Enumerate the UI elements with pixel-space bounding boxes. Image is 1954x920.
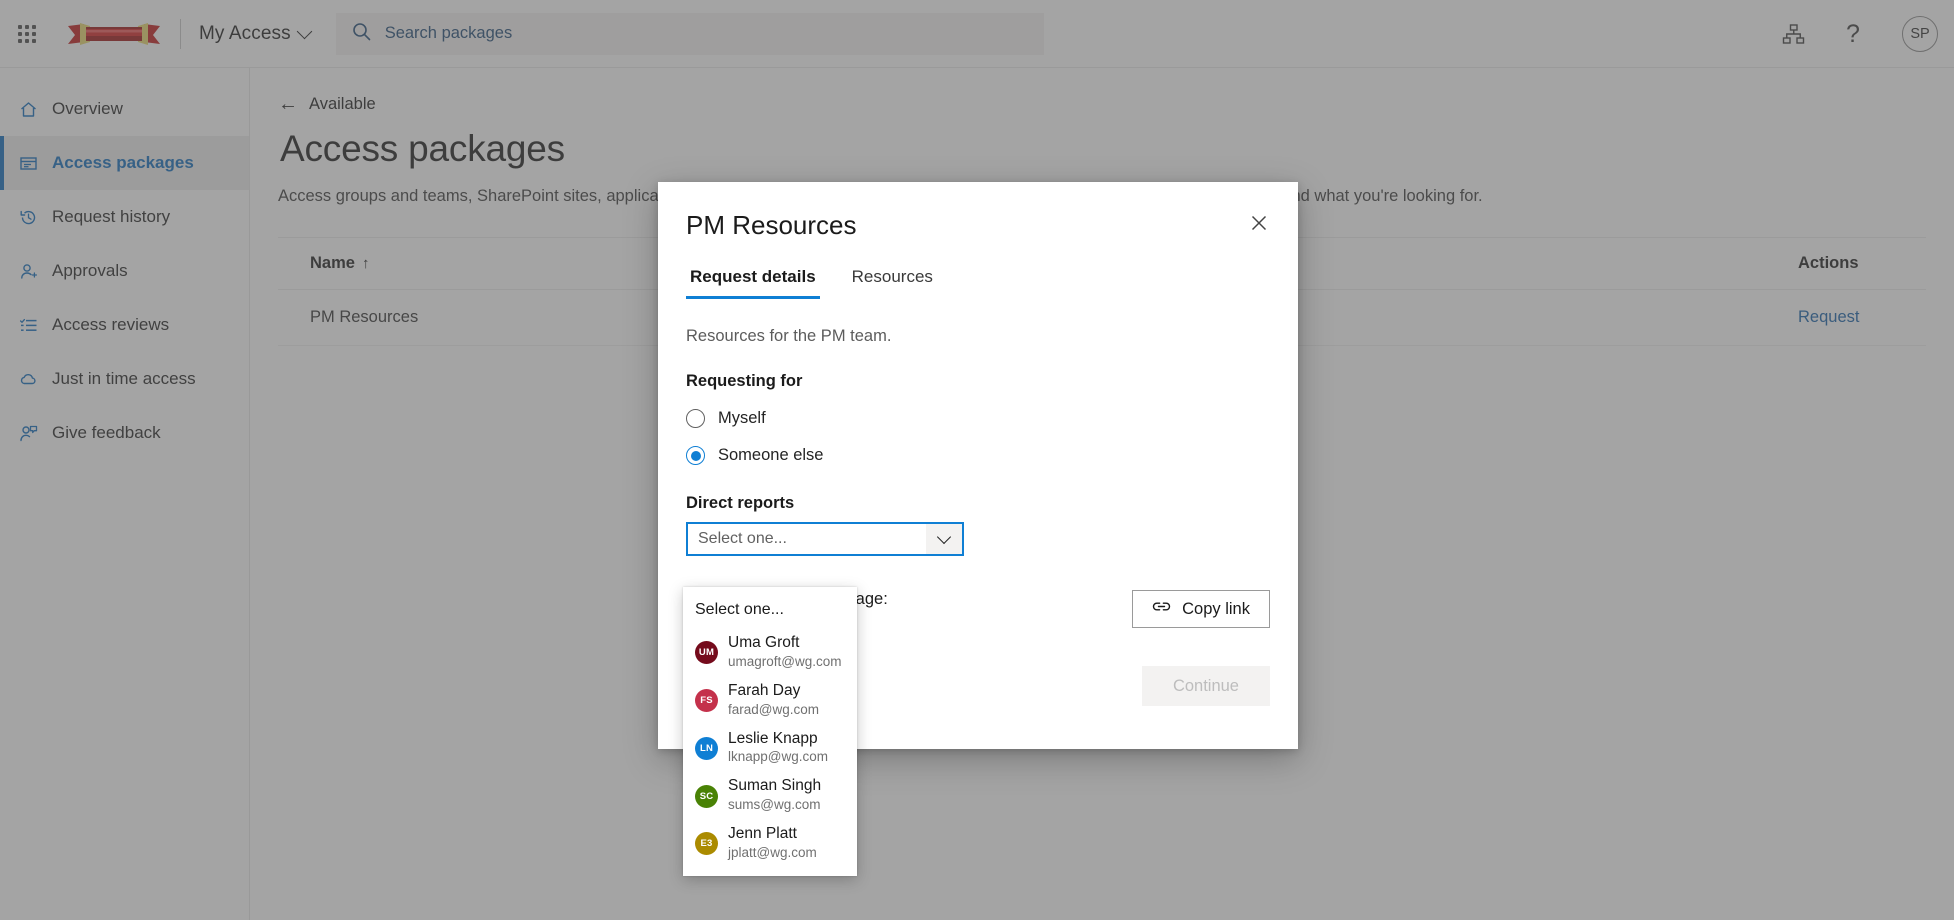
option-text: Uma Groft umagroft@wg.com <box>728 634 842 672</box>
dropdown-option-uma-groft[interactable]: UM Uma Groft umagroft@wg.com <box>683 629 857 677</box>
radio-myself-label: Myself <box>718 409 766 428</box>
option-email: sums@wg.com <box>728 797 820 812</box>
link-icon <box>1152 599 1171 619</box>
tab-resources[interactable]: Resources <box>848 261 937 299</box>
option-text: Farah Day farad@wg.com <box>728 682 819 720</box>
option-email: farad@wg.com <box>728 702 819 717</box>
copy-link-button[interactable]: Copy link <box>1132 590 1270 628</box>
direct-reports-value: Select one... <box>688 530 926 548</box>
dropdown-option-farah-day[interactable]: FS Farah Day farad@wg.com <box>683 677 857 725</box>
avatar: LN <box>695 737 718 760</box>
dialog-title: PM Resources <box>686 210 1268 241</box>
radio-myself-indicator <box>686 409 705 428</box>
option-email: jplatt@wg.com <box>728 845 817 860</box>
radio-someone-else-indicator <box>686 446 705 465</box>
dialog-tabs: Request details Resources <box>658 261 1298 299</box>
option-email: lknapp@wg.com <box>728 749 828 764</box>
dialog-header: PM Resources <box>658 182 1298 241</box>
option-name: Jenn Platt <box>728 825 797 842</box>
option-text: Suman Singh sums@wg.com <box>728 777 821 815</box>
avatar-initials: SC <box>700 791 714 802</box>
option-email: umagroft@wg.com <box>728 654 842 669</box>
avatar: UM <box>695 641 718 664</box>
option-name: Uma Groft <box>728 634 799 651</box>
continue-button[interactable]: Continue <box>1142 666 1270 706</box>
copy-link-label: Copy link <box>1182 600 1250 619</box>
radio-someone-else[interactable]: Someone else <box>686 446 1270 465</box>
avatar-initials: FS <box>700 695 713 706</box>
avatar: FS <box>695 689 718 712</box>
avatar-initials: LN <box>700 743 713 754</box>
radio-myself[interactable]: Myself <box>686 409 1270 428</box>
direct-reports-dropdown: Select one... UM Uma Groft umagroft@wg.c… <box>683 587 857 876</box>
avatar-initials: UM <box>699 647 714 658</box>
direct-reports-label: Direct reports <box>686 494 1270 513</box>
chevron-down-icon[interactable] <box>926 524 962 554</box>
dropdown-option-leslie-knapp[interactable]: LN Leslie Knapp lknapp@wg.com <box>683 725 857 773</box>
requesting-for-label: Requesting for <box>686 372 1270 391</box>
option-name: Leslie Knapp <box>728 730 818 747</box>
dropdown-option-jenn-platt[interactable]: E3 Jenn Platt jplatt@wg.com <box>683 820 857 868</box>
direct-reports-select[interactable]: Select one... <box>686 522 964 556</box>
avatar: SC <box>695 785 718 808</box>
avatar-initials: E3 <box>700 838 712 849</box>
option-name: Farah Day <box>728 682 800 699</box>
package-description: Resources for the PM team. <box>686 327 1270 346</box>
option-text: Jenn Platt jplatt@wg.com <box>728 825 817 863</box>
avatar: E3 <box>695 832 718 855</box>
option-text: Leslie Knapp lknapp@wg.com <box>728 730 828 768</box>
tab-request-details[interactable]: Request details <box>686 261 820 299</box>
dropdown-option-placeholder[interactable]: Select one... <box>683 593 857 629</box>
radio-someone-else-label: Someone else <box>718 446 824 465</box>
close-icon[interactable] <box>1242 206 1276 240</box>
option-name: Suman Singh <box>728 777 821 794</box>
dropdown-option-suman-singh[interactable]: SC Suman Singh sums@wg.com <box>683 772 857 820</box>
